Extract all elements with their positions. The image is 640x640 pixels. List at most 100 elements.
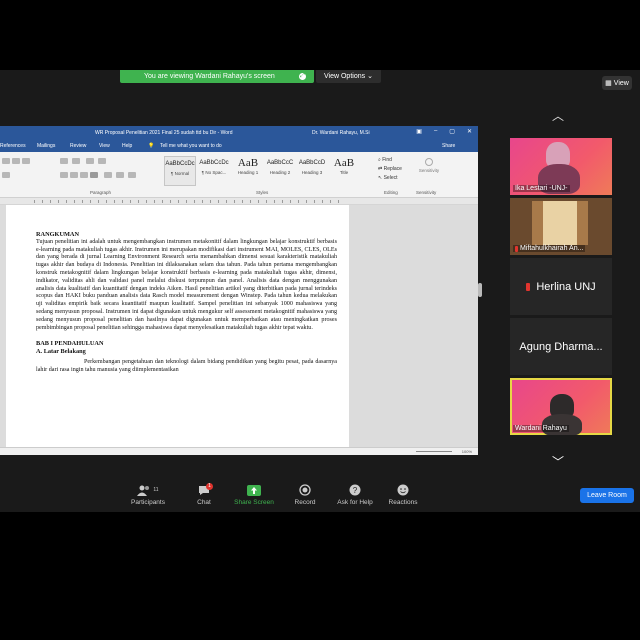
- participants-button[interactable]: 11 Participants: [126, 484, 170, 506]
- video-tile-herlina[interactable]: Herlina UNJ: [510, 258, 612, 315]
- style-label: ¶ Normal: [170, 171, 190, 176]
- expand-icon[interactable]: ⤢: [299, 73, 306, 80]
- align-left-icon[interactable]: [60, 172, 68, 178]
- window-controls: ▣ – ▢ ✕: [416, 128, 472, 135]
- view-button-label: View: [613, 79, 629, 87]
- svg-text:?: ?: [353, 486, 358, 495]
- view-options-button[interactable]: View Options ⌄: [316, 70, 381, 83]
- menu-help[interactable]: Help: [122, 143, 132, 149]
- record-label: Record: [294, 499, 316, 506]
- reactions-button[interactable]: Reactions: [384, 484, 422, 506]
- video-tile-miftahulkhairah[interactable]: Miftahulkhairah An...: [510, 198, 612, 255]
- find-button[interactable]: ⌕ Find: [378, 156, 402, 165]
- list-outdent-icon[interactable]: [72, 158, 80, 164]
- chat-label: Chat: [197, 499, 211, 506]
- style-label: ¶ No Spac...: [201, 170, 227, 175]
- video-tile-ika-lestari[interactable]: Ika Lestari -UNJ-: [510, 138, 612, 195]
- sort-icon[interactable]: [86, 158, 94, 164]
- grid-icon: ▦: [605, 80, 612, 87]
- word-menu-bar: References Mailings Review View Help 💡 T…: [0, 139, 478, 152]
- view-options-label: View Options: [324, 73, 366, 80]
- ribbon-display-icon[interactable]: ▣: [416, 128, 422, 135]
- word-title-bar: WR Proposal Penelitian 2021 Final 25 sud…: [0, 126, 478, 139]
- borders-icon[interactable]: [128, 172, 136, 178]
- video-tile-wardani-rahayu[interactable]: Wardani Rahayu: [510, 378, 612, 435]
- list-indent-icon[interactable]: [60, 158, 68, 164]
- maximize-icon[interactable]: ▢: [449, 128, 455, 135]
- menu-review[interactable]: Review: [70, 143, 86, 149]
- viewing-screen-pill: You are viewing Wardani Rahayu's screen …: [120, 70, 314, 83]
- leave-room-button[interactable]: Leave Room: [580, 488, 634, 503]
- replace-label: Replace: [383, 166, 402, 172]
- share-button[interactable]: Share: [442, 143, 455, 149]
- font-color-icon[interactable]: [2, 172, 10, 178]
- gallery-down-icon[interactable]: ﹀: [549, 456, 567, 468]
- style-heading-1[interactable]: AaB Heading 1: [232, 156, 264, 186]
- multilevel-icon[interactable]: [22, 158, 30, 164]
- style-sample: AaB: [333, 157, 355, 169]
- style-heading-3[interactable]: AaBbCcD Heading 3: [296, 156, 328, 186]
- participant-name-label: Miftahulkhairah An...: [520, 245, 584, 252]
- numbering-icon[interactable]: [12, 158, 20, 164]
- document-page[interactable]: RANGKUMAN Tujuan penelitian ini adalah u…: [6, 205, 349, 449]
- close-icon[interactable]: ✕: [467, 128, 472, 135]
- share-screen-label: Share Screen: [234, 499, 274, 506]
- replace-button[interactable]: ⇄ Replace: [378, 165, 402, 174]
- sensitivity-icon: [425, 158, 433, 166]
- chevron-down-icon: ⌄: [367, 73, 373, 80]
- pilcrow-icon[interactable]: [98, 158, 106, 164]
- menu-view[interactable]: View: [99, 143, 110, 149]
- intro-paragraph: Perkembangan pengetahuan dan teknologi d…: [36, 358, 337, 373]
- menu-mailings[interactable]: Mailings: [37, 143, 55, 149]
- gallery-up-icon[interactable]: ︿: [549, 110, 567, 122]
- style-heading-2[interactable]: AaBbCcC Heading 2: [264, 156, 296, 186]
- editing-group: ⌕ Find ⇄ Replace ↖ Select: [378, 156, 402, 183]
- abstract-paragraph: Tujuan penelitian ini adalah untuk menge…: [36, 238, 337, 331]
- viewing-screen-text: You are viewing Wardani Rahayu's screen: [144, 73, 275, 80]
- video-tile-agung-dharma[interactable]: Agung Dharma...: [510, 318, 612, 375]
- group-sensitivity-label: Sensitivity: [416, 190, 437, 195]
- bullets-icon[interactable]: [2, 158, 10, 164]
- document-title: WR Proposal Penelitian 2021 Final 25 sud…: [95, 130, 233, 136]
- minimize-icon[interactable]: –: [434, 128, 437, 135]
- align-center-icon[interactable]: [70, 172, 78, 178]
- chat-button[interactable]: 1 Chat: [190, 483, 218, 506]
- zoom-slider[interactable]: [416, 451, 452, 452]
- participants-count: 11: [153, 487, 159, 493]
- justify-icon[interactable]: [90, 172, 98, 178]
- meeting-controls: 11 Participants 1 Chat Share Screen Reco…: [0, 480, 640, 512]
- participant-name: Miftahulkhairah An...: [513, 245, 586, 252]
- menu-references[interactable]: References: [0, 143, 26, 149]
- line-spacing-icon[interactable]: [104, 172, 112, 178]
- style-title[interactable]: AaB Title: [328, 156, 360, 186]
- heading-rangkuman: RANGKUMAN: [36, 231, 80, 238]
- view-button[interactable]: ▦ View: [602, 76, 632, 90]
- word-user: Dr. Wardani Rahayu, M.Si: [312, 130, 370, 136]
- reactions-label: Reactions: [388, 499, 418, 506]
- share-scroll-handle[interactable]: [478, 283, 482, 297]
- style-no-spacing[interactable]: AaBbCcDc ¶ No Spac...: [198, 156, 230, 186]
- align-right-icon[interactable]: [80, 172, 88, 178]
- zoom-level: 100%: [461, 449, 472, 454]
- participant-name: Ika Lestari -UNJ-: [513, 185, 570, 192]
- mic-muted-icon: [526, 282, 531, 291]
- participants-label: Participants: [131, 499, 165, 506]
- help-label: Ask for Help: [337, 499, 373, 506]
- tell-me-search[interactable]: Tell me what you want to do: [160, 143, 222, 149]
- share-screen-button[interactable]: Share Screen: [230, 484, 278, 506]
- sensitivity-button[interactable]: Sensitivity: [418, 158, 440, 173]
- record-button[interactable]: Record: [290, 484, 320, 506]
- participant-name: Wardani Rahayu: [513, 425, 569, 432]
- participants-icon: 11: [126, 484, 170, 496]
- help-icon: ?: [332, 484, 378, 496]
- shading-icon[interactable]: [116, 172, 124, 178]
- share-banner: You are viewing Wardani Rahayu's screen …: [120, 70, 381, 83]
- participant-name-label: Wardani Rahayu: [515, 425, 567, 432]
- select-button[interactable]: ↖ Select: [378, 174, 402, 183]
- zoom-window: You are viewing Wardani Rahayu's screen …: [0, 0, 640, 640]
- style-normal[interactable]: AaBbCcDc ¶ Normal: [164, 156, 196, 186]
- ask-for-help-button[interactable]: ? Ask for Help: [332, 484, 378, 506]
- document-area: RANGKUMAN Tujuan penelitian ini adalah u…: [0, 205, 478, 455]
- heading-latar-belakang: A. Latar Belakang: [36, 348, 86, 356]
- heading-bab-1: BAB I PENDAHULUAN: [36, 340, 104, 348]
